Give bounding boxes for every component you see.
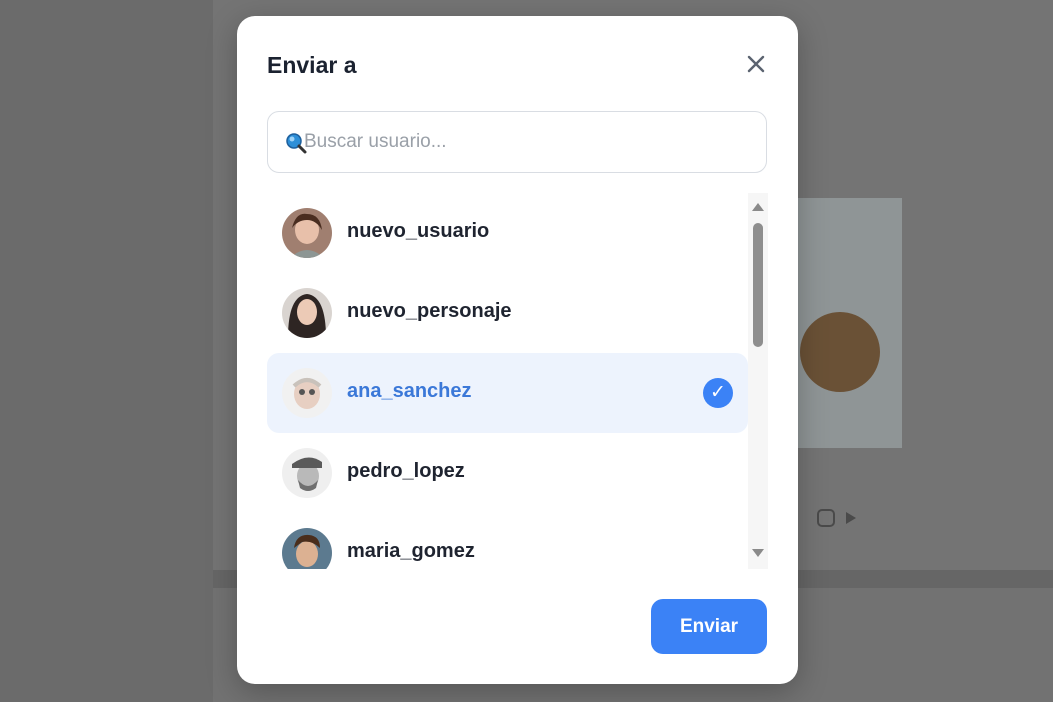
send-button[interactable]: Enviar xyxy=(651,599,767,654)
user-item-nuevo-personaje[interactable]: nuevo_personaje xyxy=(267,273,748,353)
avatar xyxy=(282,528,332,569)
scroll-down-arrow-icon[interactable] xyxy=(752,547,764,559)
user-item-nuevo-usuario[interactable]: nuevo_usuario xyxy=(267,193,748,273)
scroll-up-arrow-icon[interactable] xyxy=(752,201,764,213)
list-scrollbar[interactable] xyxy=(748,193,768,569)
search-icon xyxy=(286,133,307,154)
selected-check-icon: ✓ xyxy=(703,378,733,408)
dialog-title: Enviar a xyxy=(267,52,357,78)
background-share-icon xyxy=(817,509,856,527)
scroll-thumb[interactable] xyxy=(753,223,763,347)
user-name: maria_gomez xyxy=(347,540,475,562)
background-image-subject xyxy=(800,312,880,392)
close-icon xyxy=(747,55,765,73)
background-action-icons xyxy=(816,508,862,528)
avatar xyxy=(282,208,332,258)
user-list: nuevo_usuario nuevo_personaje ana_sanche… xyxy=(267,193,768,569)
send-to-dialog: Enviar a nuevo_usuario xyxy=(237,16,798,684)
user-item-maria-gomez[interactable]: maria_gomez xyxy=(267,513,748,569)
user-item-ana-sanchez[interactable]: ana_sanchez ✓ xyxy=(267,353,748,433)
user-name: nuevo_usuario xyxy=(347,220,490,242)
avatar xyxy=(282,368,332,418)
avatar xyxy=(282,288,332,338)
close-button[interactable] xyxy=(739,48,771,80)
search-field[interactable] xyxy=(267,111,767,173)
user-item-pedro-lopez[interactable]: pedro_lopez xyxy=(267,433,748,513)
user-name: pedro_lopez xyxy=(347,460,465,482)
search-input[interactable] xyxy=(304,112,754,172)
user-name: ana_sanchez xyxy=(347,380,472,402)
avatar xyxy=(282,448,332,498)
user-name: nuevo_personaje xyxy=(347,300,512,322)
